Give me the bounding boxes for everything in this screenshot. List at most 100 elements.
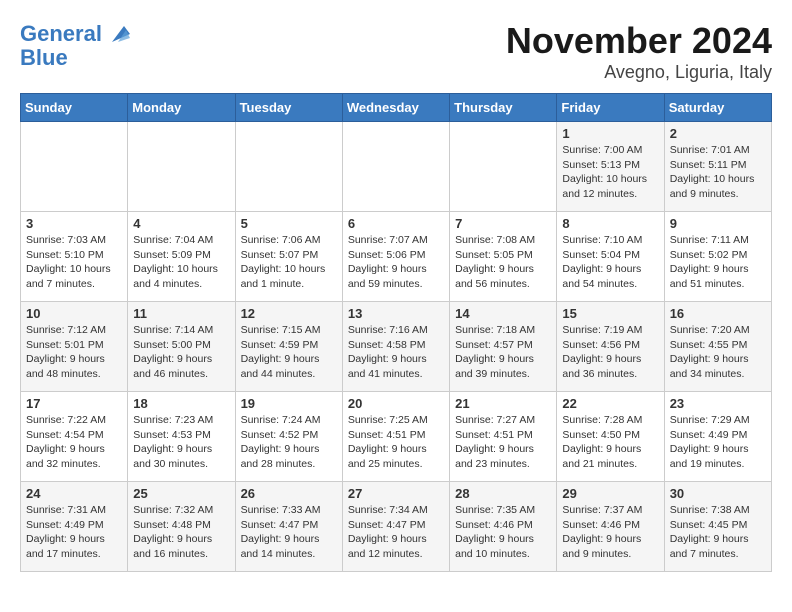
weekday-header-monday: Monday [128, 94, 235, 122]
day-number: 1 [562, 126, 658, 141]
day-info: Sunrise: 7:19 AM Sunset: 4:56 PM Dayligh… [562, 323, 658, 382]
calendar-cell: 29 Sunrise: 7:37 AM Sunset: 4:46 PM Dayli… [557, 482, 664, 572]
day-number: 4 [133, 216, 229, 231]
day-number: 25 [133, 486, 229, 501]
day-info: Sunrise: 7:29 AM Sunset: 4:49 PM Dayligh… [670, 413, 766, 472]
day-info: Sunrise: 7:04 AM Sunset: 5:09 PM Dayligh… [133, 233, 229, 292]
month-title: November 2024 [506, 20, 772, 62]
day-number: 15 [562, 306, 658, 321]
weekday-header-wednesday: Wednesday [342, 94, 449, 122]
calendar-cell: 28 Sunrise: 7:35 AM Sunset: 4:46 PM Dayli… [450, 482, 557, 572]
day-number: 28 [455, 486, 551, 501]
day-info: Sunrise: 7:08 AM Sunset: 5:05 PM Dayligh… [455, 233, 551, 292]
weekday-header-thursday: Thursday [450, 94, 557, 122]
day-info: Sunrise: 7:06 AM Sunset: 5:07 PM Dayligh… [241, 233, 337, 292]
day-info: Sunrise: 7:20 AM Sunset: 4:55 PM Dayligh… [670, 323, 766, 382]
location: Avegno, Liguria, Italy [506, 62, 772, 83]
day-info: Sunrise: 7:00 AM Sunset: 5:13 PM Dayligh… [562, 143, 658, 202]
calendar-cell: 20Sunrise: 7:25 AM Sunset: 4:51 PM Dayli… [342, 392, 449, 482]
day-info: Sunrise: 7:25 AM Sunset: 4:51 PM Dayligh… [348, 413, 444, 472]
weekday-header-saturday: Saturday [664, 94, 771, 122]
weekday-header-sunday: Sunday [21, 94, 128, 122]
day-info: Sunrise: 7:16 AM Sunset: 4:58 PM Dayligh… [348, 323, 444, 382]
day-info: Sunrise: 7:22 AM Sunset: 4:54 PM Dayligh… [26, 413, 122, 472]
calendar-week-1: 1 Sunrise: 7:00 AM Sunset: 5:13 PM Daylig… [21, 122, 772, 212]
calendar-cell: 21Sunrise: 7:27 AM Sunset: 4:51 PM Dayli… [450, 392, 557, 482]
day-info: Sunrise: 7:03 AM Sunset: 5:10 PM Dayligh… [26, 233, 122, 292]
day-number: 9 [670, 216, 766, 231]
day-info: Sunrise: 7:35 AM Sunset: 4:46 PM Dayligh… [455, 503, 551, 562]
day-info: Sunrise: 7:01 AM Sunset: 5:11 PM Dayligh… [670, 143, 766, 202]
day-info: Sunrise: 7:24 AM Sunset: 4:52 PM Dayligh… [241, 413, 337, 472]
calendar-cell: 23 Sunrise: 7:29 AM Sunset: 4:49 PM Dayli… [664, 392, 771, 482]
calendar-cell [450, 122, 557, 212]
calendar-cell [21, 122, 128, 212]
calendar-cell: 9 Sunrise: 7:11 AM Sunset: 5:02 PM Daylig… [664, 212, 771, 302]
calendar-cell: 10 Sunrise: 7:12 AM Sunset: 5:01 PM Dayli… [21, 302, 128, 392]
calendar-cell: 25 Sunrise: 7:32 AM Sunset: 4:48 PM Dayli… [128, 482, 235, 572]
day-number: 18 [133, 396, 229, 411]
weekday-header-friday: Friday [557, 94, 664, 122]
day-number: 30 [670, 486, 766, 501]
calendar-cell: 6Sunrise: 7:07 AM Sunset: 5:06 PM Daylig… [342, 212, 449, 302]
day-number: 11 [133, 306, 229, 321]
calendar-week-4: 17 Sunrise: 7:22 AM Sunset: 4:54 PM Dayli… [21, 392, 772, 482]
calendar-week-2: 3 Sunrise: 7:03 AM Sunset: 5:10 PM Daylig… [21, 212, 772, 302]
logo: General Blue [20, 20, 132, 70]
calendar-cell: 19 Sunrise: 7:24 AM Sunset: 4:52 PM Dayli… [235, 392, 342, 482]
calendar-cell: 13 Sunrise: 7:16 AM Sunset: 4:58 PM Dayli… [342, 302, 449, 392]
day-number: 29 [562, 486, 658, 501]
calendar-cell: 16Sunrise: 7:20 AM Sunset: 4:55 PM Dayli… [664, 302, 771, 392]
day-number: 2 [670, 126, 766, 141]
calendar-cell: 4 Sunrise: 7:04 AM Sunset: 5:09 PM Daylig… [128, 212, 235, 302]
calendar-cell: 8Sunrise: 7:10 AM Sunset: 5:04 PM Daylig… [557, 212, 664, 302]
day-number: 19 [241, 396, 337, 411]
page-header: General Blue November 2024 Avegno, Ligur… [20, 20, 772, 83]
calendar-cell [128, 122, 235, 212]
day-number: 12 [241, 306, 337, 321]
logo-text: General [20, 22, 102, 46]
day-info: Sunrise: 7:31 AM Sunset: 4:49 PM Dayligh… [26, 503, 122, 562]
logo-subtext: Blue [20, 46, 132, 70]
calendar-cell [235, 122, 342, 212]
day-number: 7 [455, 216, 551, 231]
day-number: 17 [26, 396, 122, 411]
calendar-cell: 1 Sunrise: 7:00 AM Sunset: 5:13 PM Daylig… [557, 122, 664, 212]
calendar-cell: 5Sunrise: 7:06 AM Sunset: 5:07 PM Daylig… [235, 212, 342, 302]
calendar-cell: 27Sunrise: 7:34 AM Sunset: 4:47 PM Dayli… [342, 482, 449, 572]
calendar-cell [342, 122, 449, 212]
day-info: Sunrise: 7:23 AM Sunset: 4:53 PM Dayligh… [133, 413, 229, 472]
day-info: Sunrise: 7:28 AM Sunset: 4:50 PM Dayligh… [562, 413, 658, 472]
day-number: 24 [26, 486, 122, 501]
calendar-cell: 26 Sunrise: 7:33 AM Sunset: 4:47 PM Dayli… [235, 482, 342, 572]
day-info: Sunrise: 7:32 AM Sunset: 4:48 PM Dayligh… [133, 503, 229, 562]
day-info: Sunrise: 7:27 AM Sunset: 4:51 PM Dayligh… [455, 413, 551, 472]
day-info: Sunrise: 7:37 AM Sunset: 4:46 PM Dayligh… [562, 503, 658, 562]
calendar-cell: 24 Sunrise: 7:31 AM Sunset: 4:49 PM Dayli… [21, 482, 128, 572]
calendar-cell: 22 Sunrise: 7:28 AM Sunset: 4:50 PM Dayli… [557, 392, 664, 482]
day-info: Sunrise: 7:38 AM Sunset: 4:45 PM Dayligh… [670, 503, 766, 562]
day-number: 3 [26, 216, 122, 231]
day-info: Sunrise: 7:11 AM Sunset: 5:02 PM Dayligh… [670, 233, 766, 292]
calendar-cell: 30 Sunrise: 7:38 AM Sunset: 4:45 PM Dayli… [664, 482, 771, 572]
title-block: November 2024 Avegno, Liguria, Italy [506, 20, 772, 83]
day-number: 6 [348, 216, 444, 231]
calendar-cell: 2 Sunrise: 7:01 AM Sunset: 5:11 PM Daylig… [664, 122, 771, 212]
day-info: Sunrise: 7:14 AM Sunset: 5:00 PM Dayligh… [133, 323, 229, 382]
day-info: Sunrise: 7:12 AM Sunset: 5:01 PM Dayligh… [26, 323, 122, 382]
weekday-header-tuesday: Tuesday [235, 94, 342, 122]
calendar-cell: 14Sunrise: 7:18 AM Sunset: 4:57 PM Dayli… [450, 302, 557, 392]
day-info: Sunrise: 7:18 AM Sunset: 4:57 PM Dayligh… [455, 323, 551, 382]
day-number: 10 [26, 306, 122, 321]
calendar-cell: 7 Sunrise: 7:08 AM Sunset: 5:05 PM Daylig… [450, 212, 557, 302]
calendar-cell: 17 Sunrise: 7:22 AM Sunset: 4:54 PM Dayli… [21, 392, 128, 482]
day-info: Sunrise: 7:33 AM Sunset: 4:47 PM Dayligh… [241, 503, 337, 562]
day-number: 13 [348, 306, 444, 321]
calendar-cell: 15 Sunrise: 7:19 AM Sunset: 4:56 PM Dayli… [557, 302, 664, 392]
day-number: 8 [562, 216, 658, 231]
weekday-header-row: SundayMondayTuesdayWednesdayThursdayFrid… [21, 94, 772, 122]
day-number: 22 [562, 396, 658, 411]
calendar-cell: 11 Sunrise: 7:14 AM Sunset: 5:00 PM Dayli… [128, 302, 235, 392]
day-number: 23 [670, 396, 766, 411]
day-number: 26 [241, 486, 337, 501]
